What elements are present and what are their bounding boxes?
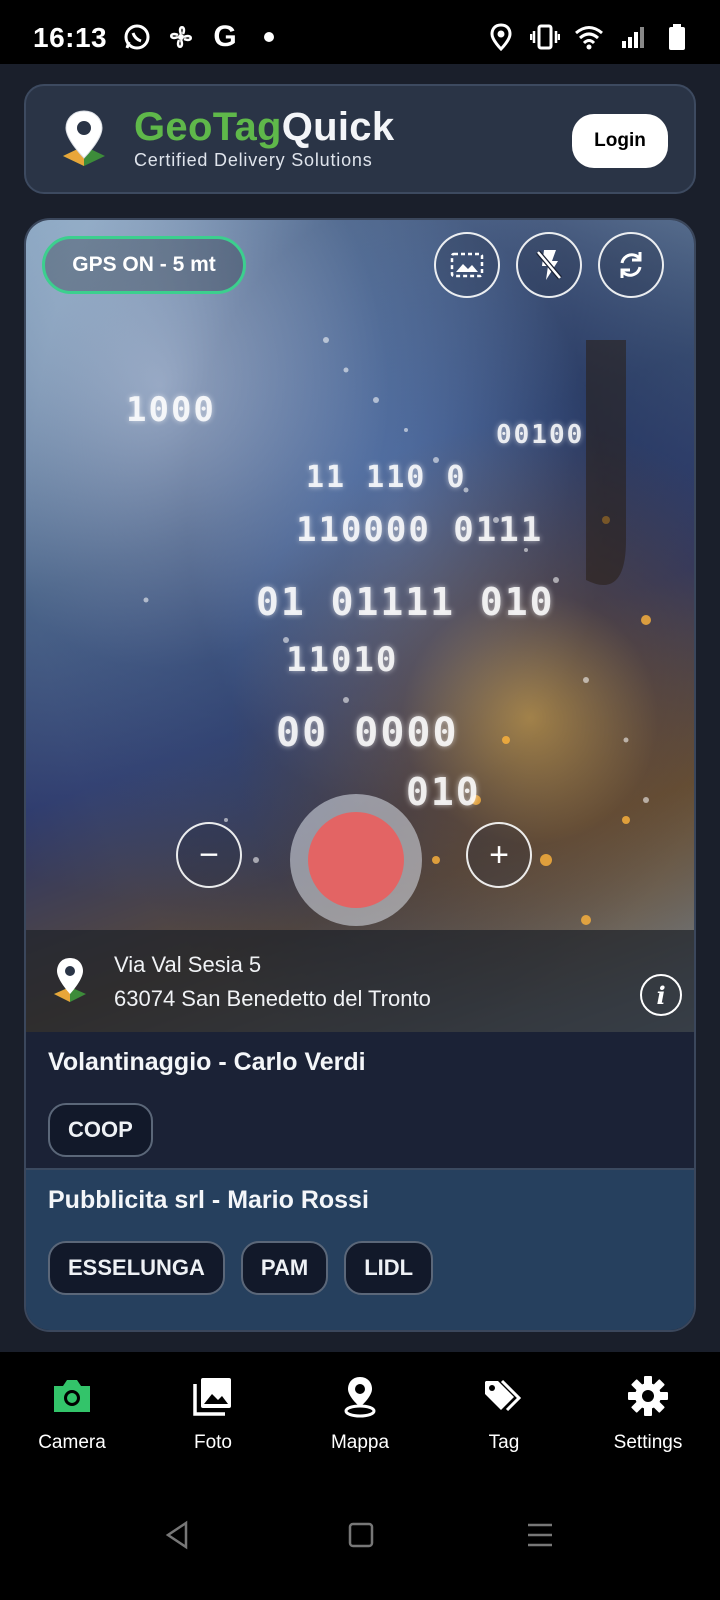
shutter-core [308,812,404,908]
flash-off-icon [536,250,562,280]
preview-text: 11010 [286,640,399,680]
info-button[interactable]: i [640,974,682,1016]
home-icon [348,1522,374,1548]
app-header: GeoTagQuick Certified Delivery Solutions… [24,84,696,194]
back-icon [165,1520,188,1550]
address-city: 63074 San Benedetto del Tronto [114,986,431,1011]
gps-status-badge[interactable]: GPS ON - 5 mt [42,236,246,294]
signal-icon [618,22,648,52]
client-group: Pubblicita srl - Mario Rossi ESSELUNGA P… [26,1168,694,1330]
map-pin-icon [338,1374,382,1418]
nav-camera[interactable]: Camera [12,1374,132,1454]
recents-button[interactable] [526,1520,554,1555]
location-pin-icon [52,956,88,1004]
back-button[interactable] [164,1520,190,1555]
camera-viewfinder[interactable]: 1000 11 110 0 00100 110000 0111 01 01111… [26,220,694,1050]
google-icon: G [213,20,237,53]
client-group-title: Pubblicita srl - Mario Rossi [48,1186,369,1214]
location-icon [486,22,516,52]
preview-text: 11 110 0 [306,460,467,495]
nav-label: Mappa [330,1432,390,1453]
rotate-camera-icon [620,252,642,278]
address-street: Via Val Sesia 5 [114,952,262,977]
camera-card: 1000 11 110 0 00100 110000 0111 01 01111… [24,218,696,1332]
nav-label: Tag [488,1432,520,1453]
brand-tagline: Certified Delivery Solutions [134,150,373,170]
address-bar: Via Val Sesia 5 63074 San Benedetto del … [26,930,694,1034]
preview-text: 010 [406,770,481,814]
nav-foto[interactable]: Foto [153,1374,273,1454]
whatsapp-icon [122,22,152,52]
nav-label: Foto [193,1432,233,1453]
gallery-icon [191,1374,235,1418]
preview-text: 1000 [126,390,216,430]
switch-camera-button[interactable] [598,232,664,298]
client-group: Volantinaggio - Carlo Verdi COOP [26,1032,694,1168]
brand-name-part2: Quick [281,105,395,149]
client-group-title: Volantinaggio - Carlo Verdi [48,1048,366,1076]
preview-text: 01 01111 010 [256,580,555,624]
store-chip[interactable]: LIDL [344,1241,434,1295]
brand-name: GeoTagQuick [134,104,394,150]
nav-settings[interactable]: Settings [588,1374,708,1454]
store-chip[interactable]: COOP [48,1103,153,1157]
camera-icon [50,1374,94,1418]
login-button[interactable]: Login [572,114,668,168]
flash-off-button[interactable] [516,232,582,298]
wifi-icon [574,22,604,52]
battery-icon [662,22,692,52]
home-button[interactable] [348,1520,374,1555]
menu-icon [528,1523,552,1547]
fan-icon [166,22,196,52]
preview-text: 00 0000 [276,710,459,756]
status-bar: 16:13 G [0,0,720,64]
nav-label: Settings [613,1432,683,1453]
dot-icon [254,22,284,52]
shutter-button[interactable] [290,794,422,926]
store-chip[interactable]: ESSELUNGA [48,1241,225,1295]
nav-label: Camera [38,1432,106,1453]
zoom-out-button[interactable]: − [176,822,242,888]
nav-mappa[interactable]: Mappa [300,1374,420,1454]
gear-icon [626,1374,670,1418]
status-time: 16:13 [33,22,108,53]
preview-text: 00100 [496,420,585,450]
image-frame-icon [450,252,484,278]
gallery-toggle-button[interactable] [434,232,500,298]
system-navigation [0,1520,720,1560]
store-chip[interactable]: PAM [240,1241,329,1295]
app-logo-icon [59,108,109,170]
nav-tag[interactable]: Tag [444,1374,564,1454]
tag-icon [482,1374,526,1418]
preview-text: 110000 0111 [296,510,544,550]
brand-name-part1: GeoTag [134,105,282,149]
vibrate-icon [530,22,560,52]
zoom-in-button[interactable]: + [466,822,532,888]
bottom-navigation: Camera Foto Mappa Tag Settings [0,1352,720,1600]
